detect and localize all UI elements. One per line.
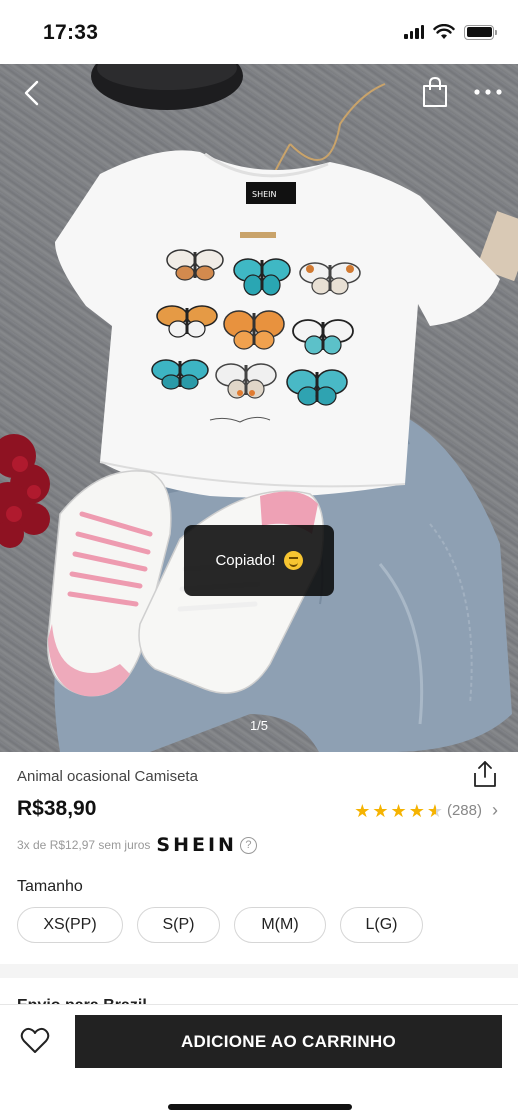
add-to-cart-button[interactable]: ADICIONE AO CARRINHO xyxy=(75,1015,502,1068)
product-photo: SHEIN xyxy=(0,64,518,752)
size-option-l[interactable]: L(G) xyxy=(340,907,423,943)
status-bar: 17:33 xyxy=(0,0,518,64)
installments-row: 3x de R$12,97 sem juros SHEIN ? xyxy=(17,834,257,856)
status-time: 17:33 xyxy=(43,21,99,44)
smile-emoji-icon xyxy=(283,551,303,570)
size-option-xs[interactable]: XS(PP) xyxy=(17,907,123,943)
rating-count: (288) xyxy=(446,802,482,819)
product-image-gallery[interactable]: SHEIN Copiado! 1/5 xyxy=(0,64,518,752)
cellular-signal-icon xyxy=(404,25,424,39)
copied-toast: Copiado! xyxy=(184,525,334,596)
status-icons xyxy=(404,24,497,40)
more-dots-icon[interactable] xyxy=(472,82,504,102)
brand-logo: SHEIN xyxy=(156,834,237,856)
star-icon: ★ xyxy=(390,800,407,821)
section-divider xyxy=(0,964,518,978)
size-option-s[interactable]: S(P) xyxy=(137,907,220,943)
image-pager: 1/5 xyxy=(249,718,269,733)
star-icon: ★ xyxy=(408,800,425,821)
rating-summary[interactable]: ★ ★ ★ ★ ★ (288) › xyxy=(354,800,498,821)
chevron-right-icon: › xyxy=(492,800,498,820)
heart-icon[interactable] xyxy=(20,1027,50,1055)
back-arrow-icon[interactable] xyxy=(18,78,48,108)
toast-text: Copiado! xyxy=(215,552,276,569)
help-icon[interactable]: ? xyxy=(239,836,257,854)
home-indicator[interactable] xyxy=(168,1104,352,1110)
share-icon[interactable] xyxy=(472,760,498,788)
star-icon: ★ xyxy=(372,800,389,821)
product-title: Animal ocasional Camiseta xyxy=(17,768,198,785)
size-options: XS(PP) S(P) M(M) L(G) xyxy=(17,907,423,943)
shopping-bag-icon[interactable] xyxy=(420,76,450,108)
half-star-icon: ★ xyxy=(426,800,443,821)
installments-text: 3x de R$12,97 sem juros xyxy=(17,838,151,852)
battery-icon xyxy=(464,24,497,40)
wifi-icon xyxy=(433,24,455,39)
size-label: Tamanho xyxy=(17,878,83,895)
product-price: R$38,90 xyxy=(17,797,97,820)
bottom-action-bar: ADICIONE AO CARRINHO xyxy=(0,1004,518,1120)
star-icon: ★ xyxy=(354,800,371,821)
size-option-m[interactable]: M(M) xyxy=(234,907,326,943)
svg-text:SHEIN: SHEIN xyxy=(252,190,277,199)
